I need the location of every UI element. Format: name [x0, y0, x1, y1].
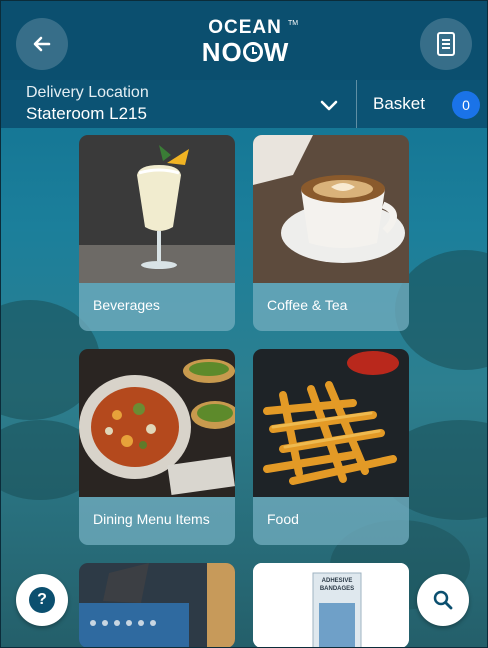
- logo-bottom-text: N O W: [190, 38, 300, 66]
- receipt-button[interactable]: [420, 18, 472, 70]
- tile-label-dining-menu-items: Dining Menu Items: [79, 497, 235, 545]
- coffee-tea-image: [253, 135, 409, 283]
- basket-button[interactable]: Basket: [373, 94, 425, 114]
- package-text-line-2: BANDAGES: [319, 586, 355, 592]
- category-tile-dining-menu-items[interactable]: Dining Menu Items: [79, 349, 235, 545]
- document-icon: [437, 32, 455, 56]
- help-button[interactable]: ?: [16, 574, 68, 626]
- category-tile-partial-left[interactable]: [79, 563, 235, 648]
- category-tile-partial-right[interactable]: ADHESIVE BANDAGES: [253, 563, 409, 648]
- food-image: [253, 349, 409, 497]
- logo-letter-o: O: [221, 37, 242, 67]
- app-header: OCEAN N O W TM: [0, 0, 488, 80]
- dining-menu-items-image: [79, 349, 235, 497]
- beverages-image: [79, 135, 235, 283]
- logo-letter-w: W: [263, 37, 289, 67]
- category-tile-beverages[interactable]: Beverages: [79, 135, 235, 331]
- package-text-line-1: ADHESIVE: [321, 578, 353, 584]
- bar-divider: [356, 80, 357, 128]
- tile-label-coffee-tea: Coffee & Tea: [253, 283, 409, 331]
- partial-left-image: [79, 563, 235, 648]
- basket-count-badge: 0: [452, 91, 480, 119]
- back-arrow-icon: [33, 36, 51, 52]
- logo-letter-n: N: [201, 37, 221, 67]
- clock-icon: [242, 42, 263, 62]
- delivery-location-bar[interactable]: Delivery Location Stateroom L215 Basket: [0, 80, 488, 128]
- search-icon: [433, 590, 453, 610]
- delivery-location-label: Delivery Location: [26, 84, 149, 101]
- bandages-package-text: ADHESIVE BANDAGES: [316, 577, 358, 593]
- tile-label-beverages: Beverages: [79, 283, 235, 331]
- category-tile-coffee-tea[interactable]: Coffee & Tea: [253, 135, 409, 331]
- trademark-mark: TM: [288, 20, 299, 27]
- search-button[interactable]: [417, 574, 469, 626]
- back-button[interactable]: [16, 18, 68, 70]
- category-tile-food[interactable]: Food: [253, 349, 409, 545]
- bandages-package-image: [253, 563, 409, 648]
- help-icon: ?: [29, 587, 55, 613]
- logo-top-text: OCEAN: [208, 17, 282, 38]
- chevron-down-icon[interactable]: [318, 94, 340, 116]
- tile-label-food: Food: [253, 497, 409, 545]
- delivery-location-value: Stateroom L215: [26, 104, 147, 123]
- ocean-now-logo: OCEAN N O W TM: [190, 17, 300, 67]
